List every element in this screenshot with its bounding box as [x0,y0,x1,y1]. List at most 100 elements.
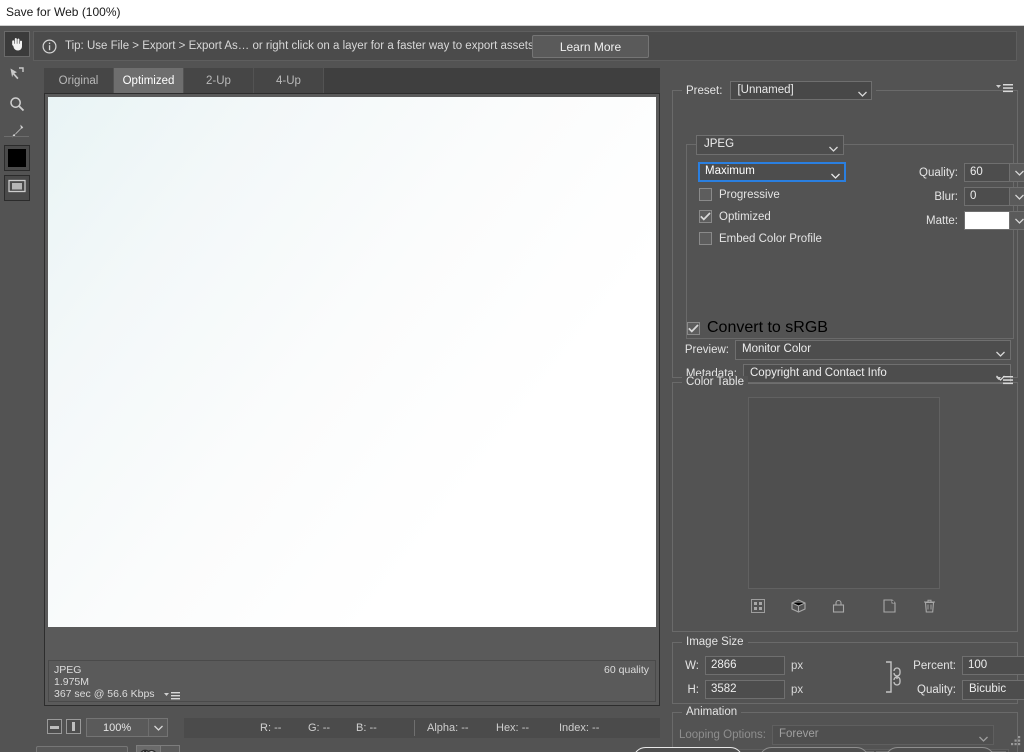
matte-label: Matte: [926,214,958,227]
image-width-label: W: [685,659,699,672]
resample-quality-label: Quality: [917,684,956,696]
window-title-bar: Save for Web (100%) [0,0,1024,26]
image-width-unit: px [791,659,804,672]
image-height-label: H: [687,683,700,696]
delete-color-icon[interactable] [919,596,940,616]
image-percent-input[interactable]: 100 [962,656,1024,675]
settings-panel-menu-icon[interactable] [996,83,1013,95]
magnifier-icon [8,95,26,113]
progressive-checkbox-row[interactable]: Progressive [699,188,780,201]
resize-grip[interactable] [1010,733,1022,751]
action-bar: Preview... ? Save... Cancel Done [0,716,1024,752]
quality-preset-select[interactable]: Maximum [698,162,846,182]
preset-row: Preset: [Unnamed] [682,81,877,102]
preview-color-select[interactable]: Monitor Color [735,340,1011,360]
convert-to-srgb-label: Convert to sRGB [707,319,828,336]
color-table-title: Color Table [682,376,748,388]
preset-select[interactable]: [Unnamed] [730,81,873,102]
done-button[interactable]: Done [885,747,995,752]
color-table-toolbar [748,595,940,617]
preview-pane: JPEG 1.975M 367 sec @ 56.6 Kbps 60 quali… [44,93,660,706]
lock-color-icon[interactable] [828,596,849,616]
save-for-web-dialog: Tip: Use File > Export > Export As… or r… [0,26,1024,752]
quality-input[interactable]: 60 [964,163,1010,182]
cancel-button[interactable]: Cancel [759,747,869,752]
color-table-group: Color Table [672,376,1018,632]
resample-quality-value: Bicubic [969,683,1007,695]
info-filesize: 1.975M [54,676,90,688]
progressive-checkbox[interactable] [699,188,712,201]
tab-original[interactable]: Original [44,68,114,93]
preview-button[interactable]: Preview... [36,746,128,752]
eyedropper-color-swatch[interactable] [4,145,30,171]
matte-row: Matte: [902,211,1024,230]
image-height-value: 3582 [711,683,737,695]
tab-bar-filler [324,68,660,93]
preview-in-browser-button[interactable]: ? [136,745,161,752]
slice-select-icon [8,65,26,83]
preset-label: Preset: [686,84,723,97]
save-button[interactable]: Save... [633,747,743,752]
preview-color-label: Preview: [684,344,729,356]
preview-info-panel-menu-icon[interactable] [164,689,180,707]
file-format-select[interactable]: JPEG [696,135,844,155]
chevron-down-icon [1014,170,1024,176]
image-width-value: 2866 [711,659,737,671]
window-title: Save for Web (100%) [6,5,121,19]
preset-value: [Unnamed] [737,84,794,96]
preview-color-row: Preview: Monitor Color [677,340,1011,360]
blur-input[interactable]: 0 [964,187,1010,206]
color-table-panel-menu-icon[interactable] [996,375,1013,387]
convert-to-srgb-checkbox-row[interactable]: Convert to sRGB [687,319,828,337]
tip-bar: Tip: Use File > Export > Export As… or r… [33,31,1017,61]
browser-globe-icon: ? [139,747,158,752]
blur-row: Blur: 0 [902,187,1024,206]
color-table-swatches[interactable] [748,397,940,589]
optimized-checkbox-row[interactable]: Optimized [699,210,771,223]
optimized-image-preview[interactable] [48,97,656,627]
resample-quality-select[interactable]: Bicubic [962,680,1024,700]
slice-select-tool[interactable] [4,61,30,87]
tab-4up[interactable]: 4-Up [254,68,324,93]
swatch-color [8,149,26,167]
toggle-slices-visibility-button[interactable] [4,175,30,201]
tab-2up[interactable]: 2-Up [184,68,254,93]
embed-color-profile-checkbox[interactable] [699,232,712,245]
preview-in-browser-dropdown[interactable] [161,745,180,752]
matte-dropdown[interactable] [1010,211,1024,230]
info-icon [42,38,57,54]
file-format-group: JPEG Maximum Progressive Optimized Embed… [686,135,1024,339]
matte-color-swatch[interactable] [964,211,1010,230]
blur-value: 0 [970,190,977,202]
hand-icon [8,35,26,53]
image-width-input[interactable]: 2866 [705,656,785,675]
toggle-slices-visibility-icon [8,179,26,198]
optimized-checkbox[interactable] [699,210,712,223]
settings-panel: Preset: [Unnamed] JPEG Maximum Progressi… [668,64,1024,752]
new-color-icon[interactable] [879,596,900,616]
chevron-down-icon [831,166,840,184]
transparency-dither-icon[interactable] [748,596,769,616]
tab-optimized[interactable]: Optimized [114,68,184,93]
metadata-select[interactable]: Copyright and Contact Info [743,364,1011,384]
image-percent-label: Percent: [913,659,956,672]
preview-color-value: Monitor Color [742,343,812,355]
info-download-time: 367 sec @ 56.6 Kbps [54,688,155,700]
quality-stepper[interactable] [1010,163,1024,182]
info-format: JPEG [54,664,82,676]
embed-color-profile-label: Embed Color Profile [719,232,822,245]
zoom-tool[interactable] [4,91,30,117]
chevron-down-icon [858,84,868,102]
blur-stepper[interactable] [1010,187,1024,206]
eyedropper-tool[interactable] [4,118,30,144]
constrain-proportions-toggle[interactable] [883,657,905,697]
progressive-label: Progressive [719,188,780,201]
image-height-input[interactable]: 3582 [705,680,785,699]
info-quality-note: 60 quality [604,664,649,676]
hand-tool[interactable] [4,31,30,57]
web-safe-cube-icon[interactable] [788,596,809,616]
convert-to-srgb-checkbox[interactable] [687,321,700,335]
embed-color-profile-checkbox-row[interactable]: Embed Color Profile [699,232,822,245]
quality-value: 60 [970,166,983,178]
learn-more-button[interactable]: Learn More [532,35,649,58]
